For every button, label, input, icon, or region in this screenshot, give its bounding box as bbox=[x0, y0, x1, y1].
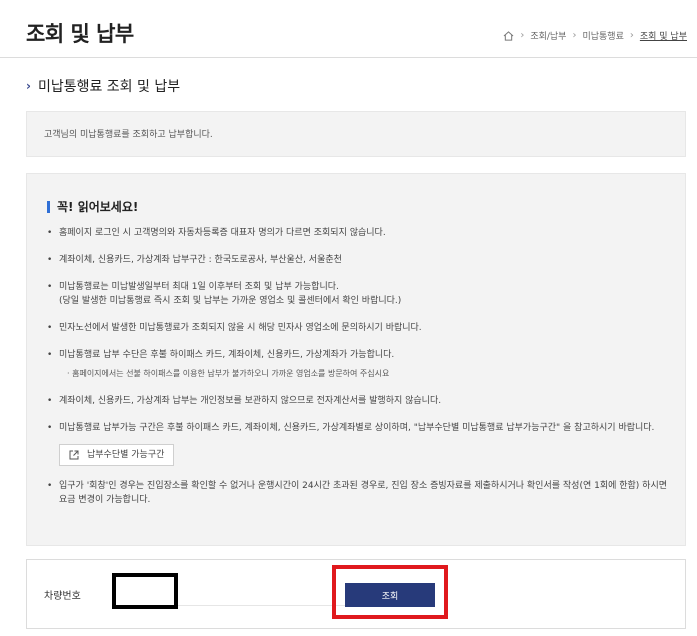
notice-item-text: 미납통행료는 미납발생일부터 최대 1일 이후부터 조회 및 납부 가능합니다. bbox=[59, 282, 339, 292]
bullet: • bbox=[47, 255, 53, 265]
vehicle-number-label: 차량번호 bbox=[44, 591, 81, 602]
chevron-right-icon: › bbox=[26, 79, 31, 93]
notice-marker bbox=[47, 200, 50, 213]
notice-item: • 계좌이체, 신용카드, 가상계좌 납부는 개인정보를 보관하지 않으므로 전… bbox=[47, 394, 677, 408]
bullet: • bbox=[47, 350, 53, 360]
notice-panel: 꼭! 읽어보세요! • 홈페이지 로그인 시 고객명의와 자동차등록증 대표자 … bbox=[26, 173, 686, 546]
breadcrumb-item-inquiry[interactable]: 조회/납부 bbox=[530, 29, 566, 42]
chevron-right-icon: › bbox=[629, 30, 634, 41]
page-title: 조회 및 납부 bbox=[26, 22, 134, 46]
notice-item-text: 미납통행료 납부 수단은 후불 하이패스 카드, 계좌이체, 신용카드, 가상계… bbox=[59, 350, 395, 360]
notice-item-subtext: (당일 발생한 미납통행료 즉시 조회 및 납부는 가까운 영업소 및 콜센터에… bbox=[59, 296, 402, 306]
notice-item: • 홈페이지 로그인 시 고객명의와 자동차등록증 대표자 명의가 다르면 조회… bbox=[47, 226, 677, 240]
breadcrumb-item-unpaid[interactable]: 미납통행료 bbox=[582, 29, 623, 42]
chevron-right-icon: › bbox=[520, 30, 525, 41]
notice-item-text: 계좌이체, 신용카드, 가상계좌 납부구간 : 한국도로공사, 부산울산, 서울… bbox=[59, 255, 342, 265]
notice-title-text: 꼭! 읽어보세요! bbox=[57, 200, 139, 214]
breadcrumb-item-current[interactable]: 조회 및 납부 bbox=[640, 29, 687, 42]
notice-item: • 민자노선에서 발생한 미납통행료가 조회되지 않을 시 해당 민자사 영업소… bbox=[47, 321, 677, 335]
external-link-icon bbox=[69, 450, 79, 460]
search-panel: 차량번호 조회 bbox=[26, 559, 686, 629]
bullet: • bbox=[47, 228, 53, 238]
bullet: • bbox=[47, 481, 53, 491]
section-title: › 미납통행료 조회 및 납부 bbox=[26, 76, 180, 96]
notice-item-text: 홈페이지 로그인 시 고객명의와 자동차등록증 대표자 명의가 다르면 조회되지… bbox=[59, 228, 386, 238]
payment-guide-button-label: 납부수단별 가능구간 bbox=[87, 450, 165, 460]
notice-item-text: 미납통행료 납부가능 구간은 후불 하이패스 카드, 계좌이체, 신용카드, 가… bbox=[59, 423, 655, 433]
description-box: 고객님의 미납통행료를 조회하고 납부합니다. bbox=[26, 111, 686, 157]
notice-item-text: 계좌이체, 신용카드, 가상계좌 납부는 개인정보를 보관하지 않으므로 전자계… bbox=[59, 396, 442, 406]
bullet: • bbox=[47, 396, 53, 406]
notice-item: • 미납통행료는 미납발생일부터 최대 1일 이후부터 조회 및 납부 가능합니… bbox=[47, 280, 677, 308]
redaction-box bbox=[112, 573, 178, 609]
bullet: • bbox=[47, 323, 53, 333]
notice-item: • 미납통행료 납부가능 구간은 후불 하이패스 카드, 계좌이체, 신용카드,… bbox=[47, 421, 677, 466]
notice-list: • 홈페이지 로그인 시 고객명의와 자동차등록증 대표자 명의가 다르면 조회… bbox=[47, 226, 677, 507]
chevron-right-icon: › bbox=[572, 30, 577, 41]
notice-sub-note: · 홈페이지에서는 선불 하이패스를 이용한 납부가 불가하오니 가까운 영업소… bbox=[67, 369, 390, 378]
breadcrumb: › 조회/납부 › 미납통행료 › 조회 및 납부 bbox=[503, 29, 687, 42]
notice-item: • 입구가 '회창'인 경우는 진입장소를 확인할 수 없거나 운행시간이 24… bbox=[47, 479, 677, 507]
bullet: • bbox=[47, 282, 53, 292]
section-title-text: 미납통행료 조회 및 납부 bbox=[37, 79, 181, 95]
notice-item: • 계좌이체, 신용카드, 가상계좌 납부구간 : 한국도로공사, 부산울산, … bbox=[47, 253, 677, 267]
notice-item-text: 민자노선에서 발생한 미납통행료가 조회되지 않을 시 해당 민자사 영업소에 … bbox=[59, 323, 422, 333]
header-divider bbox=[0, 57, 697, 58]
notice-sub-note-text: 홈페이지에서는 선불 하이패스를 이용한 납부가 불가하오니 가까운 영업소를 … bbox=[72, 369, 390, 378]
home-icon[interactable] bbox=[503, 30, 514, 41]
highlight-annotation bbox=[332, 565, 448, 619]
notice-item-text: 입구가 '회창'인 경우는 진입장소를 확인할 수 없거나 운행시간이 24시간… bbox=[59, 481, 668, 505]
payment-guide-button[interactable]: 납부수단별 가능구간 bbox=[59, 444, 175, 466]
notice-title: 꼭! 읽어보세요! bbox=[47, 198, 138, 215]
description-text: 고객님의 미납통행료를 조회하고 납부합니다. bbox=[44, 130, 213, 140]
notice-item: • 미납통행료 납부 수단은 후불 하이패스 카드, 계좌이체, 신용카드, 가… bbox=[47, 348, 677, 381]
bullet: • bbox=[47, 423, 53, 433]
